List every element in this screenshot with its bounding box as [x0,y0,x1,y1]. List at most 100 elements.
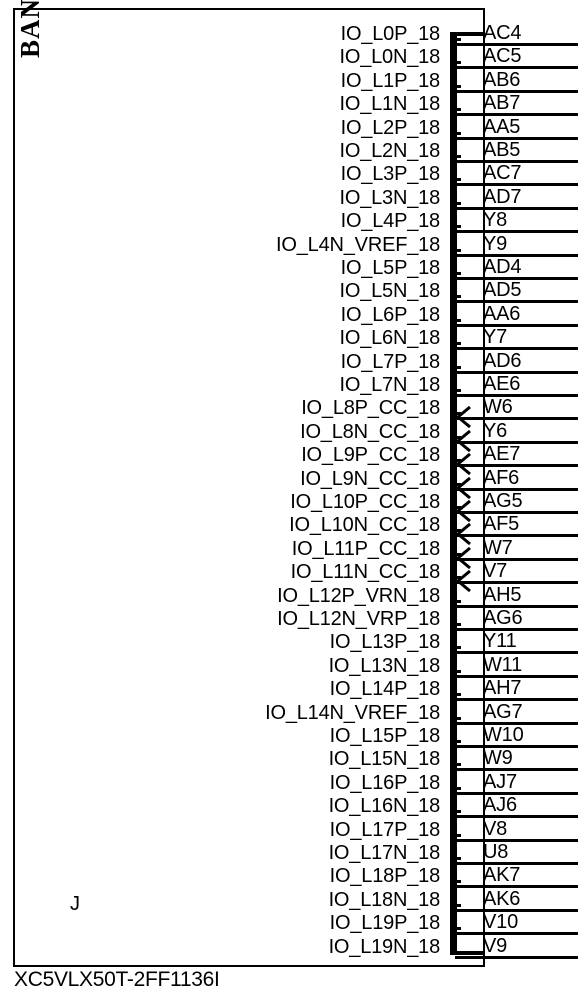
pin-row: IO_L10P_CC_18 AG5 [0,490,578,522]
pin-row: IO_L3N_18 AD7 [0,186,578,210]
pin-row: IO_L10N_CC_18 AF5 [0,513,578,546]
pin-name: IO_L1P_18 [340,69,441,92]
pin-name: IO_L1N_18 [339,93,441,116]
pin-stub [451,295,461,299]
pin-name: IO_L19P_18 [329,912,441,935]
pin-name: IO_L3P_18 [340,163,441,186]
pin-number: AB6 [483,68,521,91]
pin-row: IO_L13N_18 W11 [0,654,578,678]
pin-row: IO_L8P_CC_18 W6 [0,396,578,429]
pin-number: W11 [483,653,523,676]
pin-stub [451,342,461,346]
pin-number: AG5 [483,490,523,512]
pin-name: IO_L5P_18 [340,257,441,279]
pin-name: IO_L6P_18 [340,303,441,326]
pin-number: AB7 [483,92,521,115]
pin-stub [451,669,461,673]
pin-number: W10 [483,724,524,746]
pin-stub [451,903,461,907]
pin-row: IO_L0P_18 AC4 [0,22,578,46]
pin-number: AE6 [483,373,521,395]
pin-name: IO_L7N_18 [339,374,441,396]
pin-row: IO_L19N_18 V9 [0,935,578,959]
pin-stub [451,927,461,931]
pin-stub [451,857,461,860]
pin-name: IO_L12N_VRP_18 [277,608,440,630]
pin-name: IO_L12P_VRN_18 [277,584,440,607]
pin-name: IO_L14N_VREF_18 [265,701,440,724]
pin-name: IO_L13P_18 [329,631,441,654]
pin-number: AJ7 [483,770,517,793]
pin-stub [451,365,461,369]
pin-number: AF6 [483,466,520,489]
pin-row: IO_L15N_18 W9 [0,747,578,772]
pin-row: IO_L17P_18 V8 [0,818,578,842]
pin-row: IO_L3P_18 AC7 [0,162,578,187]
pin-row: IO_L16P_18 AJ7 [0,771,578,795]
pin-name: IO_L14P_18 [329,678,441,701]
pin-row: IO_L18N_18 AK6 [0,888,578,912]
pin-wire [455,955,578,959]
pin-stub [451,108,461,112]
part-number-caption: XC5VLX50T-2FF1136I [14,968,220,991]
pin-name: IO_L5N_18 [339,280,441,303]
pin-row: IO_L11N_CC_18 V7 [0,560,578,593]
pin-stub [451,599,461,603]
pin-number: V7 [483,560,508,583]
pin-number: AD7 [483,185,522,208]
pin-row: IO_L6N_18 Y7 [0,326,578,351]
pin-name: IO_L6N_18 [339,327,441,350]
pin-stub [451,950,461,954]
pin-row: IO_L14P_18 AH7 [0,677,578,702]
pin-name: IO_L19N_18 [328,935,441,958]
pin-row: IO_L12N_VRP_18 AG6 [0,607,578,631]
pin-name: IO_L13N_18 [328,654,441,677]
pin-name: IO_L4N_VREF_18 [276,233,440,256]
pin-number: AK7 [483,864,521,887]
pin-number: AE7 [483,443,521,466]
pin-number: AC5 [483,45,522,68]
pin-row: IO_L1P_18 AB6 [0,69,578,93]
pin-name: IO_L15N_18 [328,748,441,771]
pin-row: IO_L8N_CC_18 Y6 [0,420,578,452]
pin-number: Y9 [483,232,508,255]
pin-row: IO_L9N_CC_18 AF6 [0,466,578,499]
pin-stub [451,225,461,229]
pin-stub [451,740,461,743]
pin-row: IO_L9P_CC_18 AE7 [0,443,578,476]
pin-row: IO_L14N_VREF_18 AG7 [0,701,578,725]
pin-stub [451,201,461,205]
pin-number: AH5 [483,583,522,606]
pin-name: IO_L2P_18 [340,116,441,139]
pin-row: IO_L0N_18 AC5 [0,45,578,70]
pin-row: IO_L17N_18 U8 [0,841,578,865]
pin-number: V10 [483,911,518,934]
pin-stub [451,646,461,650]
pin-row: IO_L5P_18 AD4 [0,256,578,280]
pin-name: IO_L8P_CC_18 [301,397,440,420]
pin-number: AH7 [483,677,522,700]
pin-number: W7 [483,536,513,559]
pin-row: IO_L7N_18 AE6 [0,373,578,397]
pin-name: IO_L18N_18 [328,888,441,911]
pin-stub [451,272,461,275]
pin-number: V8 [483,817,508,840]
pin-stub [451,38,461,41]
pin-stub [451,155,461,158]
pin-number: AD5 [483,279,522,302]
pin-stub [451,248,461,252]
pin-row: IO_L5N_18 AD5 [0,279,578,304]
pin-stub [451,763,461,767]
pin-row: IO_L6P_18 AA6 [0,303,578,327]
pin-number: AK6 [483,887,521,910]
pin-row: IO_L1N_18 AB7 [0,92,578,117]
pin-number: AG7 [483,700,523,723]
pin-name: IO_L7P_18 [340,350,441,373]
pin-row: IO_L18P_18 AK7 [0,864,578,889]
pin-stub [451,833,461,837]
pin-row: IO_L11P_CC_18 W7 [0,536,578,569]
pin-name: IO_L15P_18 [329,725,441,747]
pin-stub [451,318,461,322]
pin-row: IO_L19P_18 V10 [0,911,578,936]
pin-name: IO_L18P_18 [329,865,441,888]
